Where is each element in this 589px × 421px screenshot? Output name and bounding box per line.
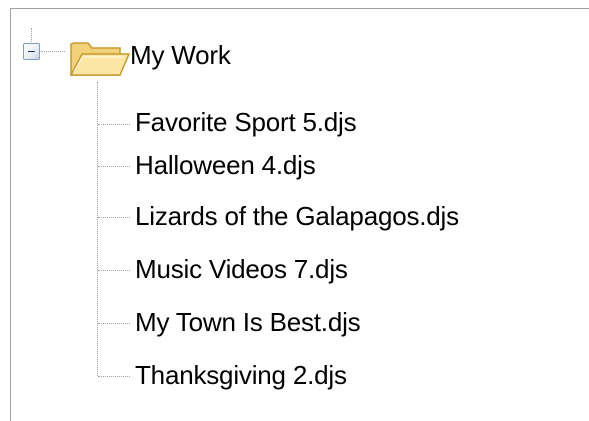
item-connector bbox=[98, 270, 130, 271]
panel-border-left bbox=[10, 8, 11, 421]
tree-item-file[interactable]: Halloween 4.djs bbox=[135, 150, 316, 180]
item-connector bbox=[98, 166, 130, 167]
panel-border-top bbox=[10, 8, 589, 9]
collapse-toggle-button[interactable] bbox=[23, 43, 40, 60]
file-tree-panel: My Work Favorite Sport 5.djs Halloween 4… bbox=[0, 0, 589, 421]
minus-icon bbox=[28, 51, 35, 52]
item-connector bbox=[98, 124, 130, 125]
item-connector bbox=[98, 376, 130, 377]
tree-item-file[interactable]: Favorite Sport 5.djs bbox=[135, 107, 357, 137]
tree-item-file[interactable]: Thanksgiving 2.djs bbox=[135, 360, 347, 390]
tree-item-file[interactable]: Lizards of the Galapagos.djs bbox=[135, 201, 459, 231]
tree-root-label[interactable]: My Work bbox=[130, 40, 231, 70]
root-line-horizontal bbox=[41, 51, 65, 52]
item-connector bbox=[98, 323, 130, 324]
children-guide-line bbox=[97, 82, 98, 376]
item-connector bbox=[98, 217, 130, 218]
tree-item-file[interactable]: Music Videos 7.djs bbox=[135, 254, 348, 284]
root-line-above bbox=[31, 28, 32, 42]
open-folder-icon bbox=[69, 42, 130, 76]
tree-item-file[interactable]: My Town Is Best.djs bbox=[135, 307, 361, 337]
